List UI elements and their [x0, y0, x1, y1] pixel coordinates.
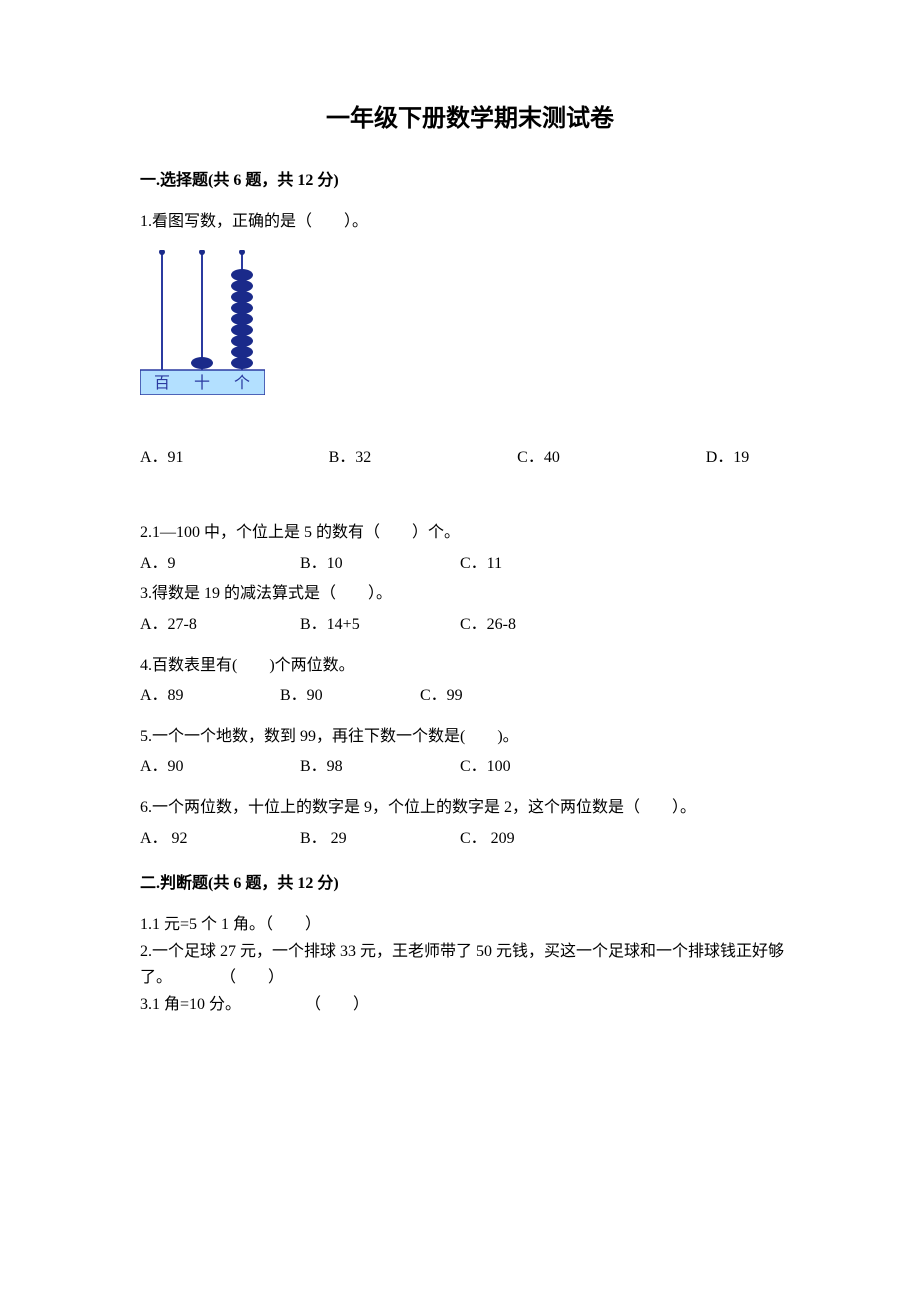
q1-option-a: A．91	[140, 445, 329, 471]
question-1: 1.看图写数，正确的是（ ）。 百	[140, 209, 800, 470]
question-4-options: A．89 B．90 C．99	[140, 683, 800, 709]
question-3: 3.得数是 19 的减法算式是（ ）。 A．27-8 B．14+5 C．26-8	[140, 581, 800, 637]
q1-option-c: C．40	[517, 445, 706, 471]
question-2: 2.1—100 中，个位上是 5 的数有（ ）个。 A．9 B．10 C．11	[140, 520, 800, 576]
question-5-options: A．90 B．98 C．100	[140, 754, 800, 780]
q3-option-c: C．26-8	[460, 612, 620, 638]
abacus-label-bai: 百	[154, 375, 170, 392]
judge-q2: 2.一个足球 27 元，一个排球 33 元，王老师带了 50 元钱，买这一个足球…	[140, 939, 800, 990]
section1-header: 一.选择题(共 6 题，共 12 分)	[140, 168, 800, 194]
q1-option-b: B．32	[329, 445, 518, 471]
question-6-options: A． 92 B． 29 C． 209	[140, 826, 800, 852]
q6-option-c: C． 209	[460, 826, 620, 852]
q3-option-b: B．14+5	[300, 612, 460, 638]
page-title: 一年级下册数学期末测试卷	[140, 100, 800, 138]
question-1-options: A．91 B．32 C．40 D．19	[140, 445, 800, 471]
q5-option-a: A．90	[140, 754, 300, 780]
q5-option-b: B．98	[300, 754, 460, 780]
judge-q3: 3.1 角=10 分。 （ ）	[140, 992, 800, 1018]
abacus-label-shi: 十	[194, 374, 210, 392]
q3-option-a: A．27-8	[140, 612, 300, 638]
q6-option-b: B． 29	[300, 826, 460, 852]
q6-option-a: A． 92	[140, 826, 300, 852]
question-5-text: 5.一个一个地数，数到 99，再往下数一个数是( )。	[140, 724, 800, 750]
question-2-options: A．9 B．10 C．11	[140, 551, 800, 577]
question-5: 5.一个一个地数，数到 99，再往下数一个数是( )。 A．90 B．98 C．…	[140, 724, 800, 780]
q5-option-c: C．100	[460, 754, 620, 780]
q4-option-c: C．99	[420, 683, 560, 709]
abacus-label-ge: 个	[234, 374, 250, 392]
q2-option-b: B．10	[300, 551, 460, 577]
question-3-text: 3.得数是 19 的减法算式是（ ）。	[140, 581, 800, 607]
abacus-image: 百 十 个	[140, 250, 800, 395]
question-3-options: A．27-8 B．14+5 C．26-8	[140, 612, 800, 638]
question-2-text: 2.1—100 中，个位上是 5 的数有（ ）个。	[140, 520, 800, 546]
q2-option-a: A．9	[140, 551, 300, 577]
q1-option-d: D．19	[706, 445, 800, 471]
question-4: 4.百数表里有( )个两位数。 A．89 B．90 C．99	[140, 653, 800, 709]
question-1-text: 1.看图写数，正确的是（ ）。	[140, 209, 800, 235]
question-6: 6.一个两位数，十位上的数字是 9，个位上的数字是 2，这个两位数是（ ）。 A…	[140, 795, 800, 851]
section2-header: 二.判断题(共 6 题，共 12 分)	[140, 871, 800, 897]
q4-option-b: B．90	[280, 683, 420, 709]
question-6-text: 6.一个两位数，十位上的数字是 9，个位上的数字是 2，这个两位数是（ ）。	[140, 795, 800, 821]
q2-option-c: C．11	[460, 551, 620, 577]
judge-q1: 1.1 元=5 个 1 角。（ ）	[140, 912, 800, 938]
q4-option-a: A．89	[140, 683, 280, 709]
question-4-text: 4.百数表里有( )个两位数。	[140, 653, 800, 679]
